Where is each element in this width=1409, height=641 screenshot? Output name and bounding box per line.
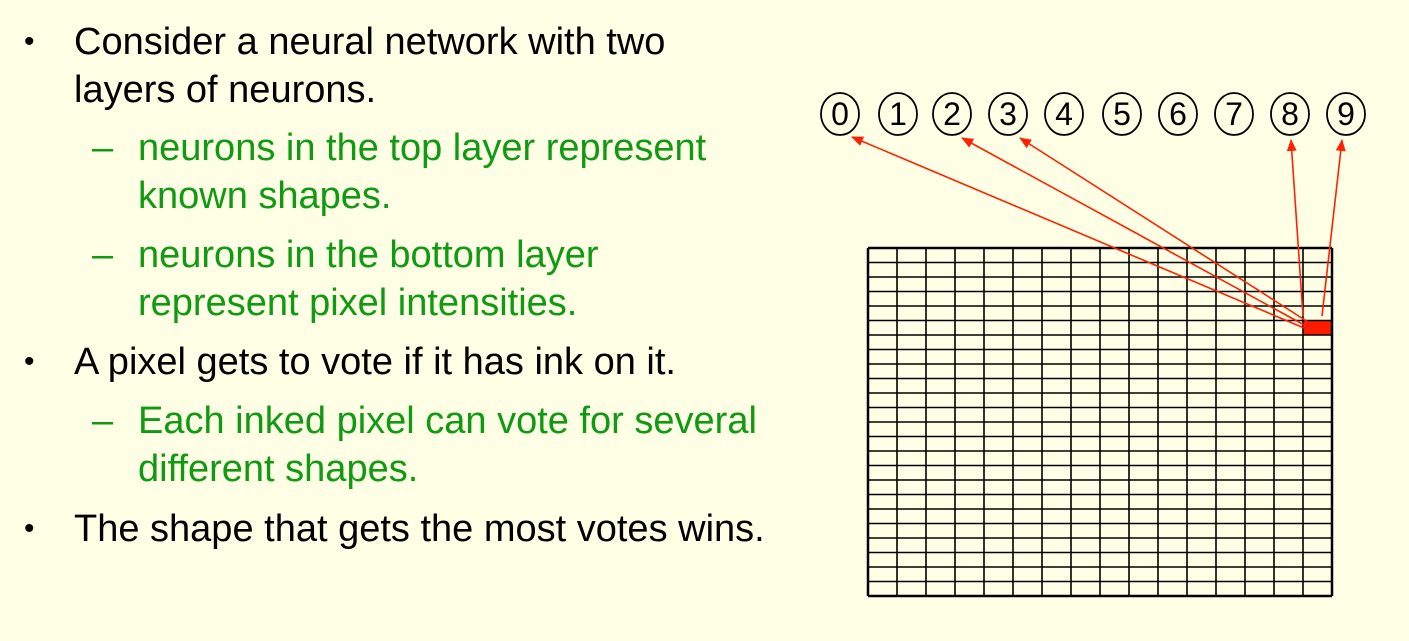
digit-label: 1 — [889, 96, 907, 132]
digit-label: 6 — [1169, 96, 1187, 132]
digit-label: 4 — [1055, 96, 1073, 132]
digit-label: 5 — [1113, 96, 1131, 132]
inked-pixel — [1303, 320, 1332, 335]
slide: • Consider a neural network with two lay… — [0, 0, 1409, 641]
digit-neuron-4: 4 — [1044, 92, 1084, 136]
vote-arrow-to-8 — [1286, 139, 1304, 317]
digit-neuron-9: 9 — [1326, 92, 1366, 136]
digit-neuron-0: 0 — [820, 92, 860, 136]
digit-label: 3 — [999, 96, 1017, 132]
digit-neuron-8: 8 — [1270, 92, 1310, 136]
network-diagram: 0 12 3 4 5 6 7 8 9 — [820, 92, 1366, 598]
pixel-grid — [866, 246, 1334, 598]
digit-label: 2 — [943, 96, 961, 132]
digit-label: 8 — [1281, 96, 1299, 132]
digit-label: 9 — [1337, 96, 1355, 132]
digit-neuron-2: 2 — [932, 92, 972, 136]
vote-arrow-to-3 — [1019, 137, 1309, 323]
digit-neuron-5: 5 — [1102, 92, 1142, 136]
vote-arrow-to-0 — [851, 136, 1305, 329]
digit-label: 7 — [1225, 96, 1243, 132]
digit-neuron-6: 6 — [1158, 92, 1198, 136]
digit-neuron-1: 1 — [878, 92, 918, 136]
digit-neuron-7: 7 — [1214, 92, 1254, 136]
digit-neuron-3: 3 — [988, 92, 1028, 136]
digit-neurons: 0 12 3 4 5 6 7 8 9 — [820, 92, 1366, 136]
digit-label: 0 — [831, 96, 849, 132]
